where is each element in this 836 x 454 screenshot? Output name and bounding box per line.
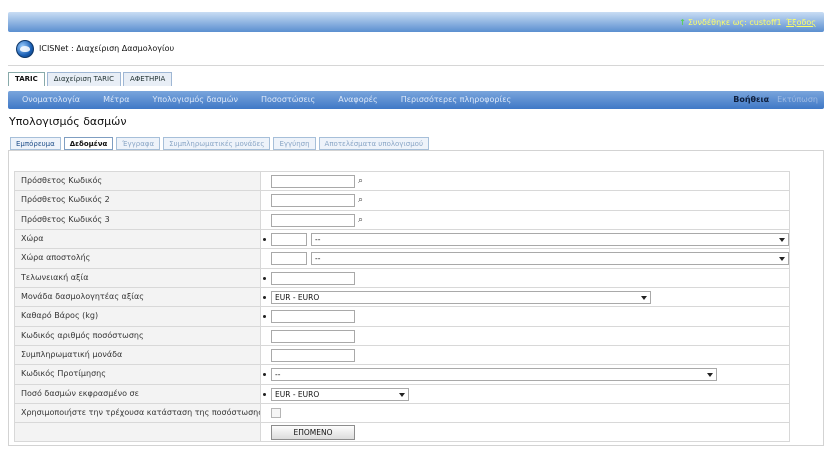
form-row: Χώρα -- — [14, 229, 790, 249]
user-icon: ↑ — [679, 18, 686, 27]
user-status: ↑ Συνδέθηκε ως: custoff1 Έξοδος — [679, 18, 816, 27]
additional-code-3-label: Πρόσθετος Κωδικός 3 — [15, 210, 261, 230]
required-marker — [263, 315, 266, 319]
binoculars-icon[interactable]: ⌕ — [358, 176, 369, 186]
country-select[interactable]: -- — [311, 233, 789, 247]
tab-calculation-results[interactable]: Αποτελέσματα υπολογισμού — [318, 137, 430, 150]
additional-code-input[interactable] — [271, 175, 355, 188]
required-marker — [263, 238, 266, 242]
chevron-down-icon — [707, 373, 713, 378]
app-header: ICISNet : Διαχείριση Δασμολογίου — [8, 32, 824, 66]
duty-amount-currency-select-value: EUR - EURO — [275, 389, 320, 399]
tab-taric-management[interactable]: Διαχείριση TARIC — [46, 72, 121, 86]
nav-nomenclature[interactable]: Ονοματολογία — [22, 95, 80, 104]
tab-data[interactable]: Δεδομένα — [63, 137, 114, 150]
top-header-bar: ↑ Συνδέθηκε ως: custoff1 Έξοδος — [8, 12, 824, 32]
dispatch-country-code-input[interactable] — [271, 252, 307, 266]
additional-code-3-input[interactable] — [271, 213, 355, 227]
supplementary-unit-input[interactable] — [271, 349, 355, 363]
dispatch-country-label: Χώρα αποστολής — [15, 249, 261, 268]
tab-taric[interactable]: TARIC — [8, 72, 45, 86]
preference-code-select-value: -- — [275, 370, 281, 380]
form-row: Χώρα αποστολής -- — [14, 248, 790, 268]
binoculars-icon[interactable]: ⌕ — [358, 195, 369, 205]
nav-quotas[interactable]: Ποσοστώσεις — [261, 95, 315, 104]
dispatch-country-select[interactable]: -- — [311, 252, 789, 266]
tab-documents[interactable]: Έγγραφα — [116, 137, 161, 150]
form-row: Χρησιμοποιήστε την τρέχουσα κατάσταση τη… — [14, 403, 790, 423]
globe-logo-icon — [16, 40, 34, 58]
nav-duty-calculation[interactable]: Υπολογισμός δασμών — [152, 95, 237, 104]
supplementary-unit-label: Συμπληρωματική μονάδα — [15, 346, 261, 365]
quota-order-number-label: Κωδικός αριθμός ποσόστωσης — [15, 326, 261, 346]
country-code-input[interactable] — [271, 233, 307, 247]
use-quota-status-label: Χρησιμοποιήστε την τρέχουσα κατάσταση τη… — [15, 404, 261, 423]
net-weight-label: Καθαρό Βάρος (kg) — [15, 307, 261, 326]
form-row: Ποσό δασμών εκφρασμένο σε EUR - EURO — [14, 383, 790, 404]
app-title: ICISNet : Διαχείριση Δασμολογίου — [39, 44, 175, 53]
form-row: Πρόσθετος Κωδικός ⌕ — [14, 171, 790, 191]
form-row: Καθαρό Βάρος (kg) — [14, 306, 790, 326]
page-title: Υπολογισμός δασμών — [9, 115, 127, 128]
required-marker — [263, 373, 266, 377]
currency-unit-select[interactable]: EUR - EURO — [271, 291, 651, 305]
tab-afetiria[interactable]: ΑΦΕΤΗΡΙΑ — [123, 72, 173, 86]
form-row: Μονάδα δασμολογητέας αξίας EUR - EURO — [14, 287, 790, 307]
print-link[interactable]: Εκτύπωση — [777, 95, 818, 104]
nav-more-info[interactable]: Περισσότερες πληροφορίες — [401, 95, 512, 104]
form-row: Κωδικός Προτίμησης -- — [14, 364, 790, 384]
form-row: Πρόσθετος Κωδικός 3 ⌕ — [14, 209, 790, 230]
form-row: Πρόσθετος Κωδικός 2 ⌕ — [14, 190, 790, 210]
quota-order-number-input[interactable] — [271, 329, 355, 343]
tab-commodity[interactable]: Εμπόρευμα — [10, 137, 61, 150]
customs-value-label: Τελωνειακή αξία — [15, 268, 261, 288]
form-row: Συμπληρωματική μονάδα — [14, 345, 790, 365]
binoculars-icon[interactable]: ⌕ — [358, 215, 369, 225]
tab-supplementary-units[interactable]: Συμπληρωματικές μονάδες — [163, 137, 271, 150]
nav-reports[interactable]: Αναφορές — [338, 95, 377, 104]
dispatch-country-select-value: -- — [315, 254, 321, 264]
form-row: ΕΠΟΜΕΝΟ — [14, 422, 790, 442]
required-marker — [263, 392, 266, 396]
form-row: Τελωνειακή αξία — [14, 267, 790, 288]
preference-code-label: Κωδικός Προτίμησης — [15, 365, 261, 384]
currency-unit-label: Μονάδα δασμολογητέας αξίας — [15, 288, 261, 307]
duty-amount-currency-select[interactable]: EUR - EURO — [271, 387, 409, 401]
use-quota-status-checkbox[interactable] — [271, 408, 281, 419]
help-link[interactable]: Βοήθεια — [733, 95, 769, 104]
duty-calculation-form: Πρόσθετος Κωδικός ⌕ Πρόσθετος Κωδικός 2 … — [14, 171, 790, 442]
required-marker — [263, 276, 266, 280]
additional-code-label: Πρόσθετος Κωδικός — [15, 172, 261, 191]
chevron-down-icon — [399, 392, 405, 397]
customs-value-input[interactable] — [271, 271, 355, 285]
country-select-value: -- — [315, 235, 321, 245]
content-tabs: Εμπόρευμα Δεδομένα Έγγραφα Συμπληρωματικ… — [10, 137, 430, 150]
chevron-down-icon — [641, 296, 647, 301]
tab-guarantee[interactable]: Εγγύηση — [273, 137, 316, 150]
additional-code-2-input[interactable] — [271, 194, 355, 208]
main-nav: Ονοματολογία Μέτρα Υπολογισμός δασμών Πο… — [8, 91, 824, 109]
form-row: Κωδικός αριθμός ποσόστωσης — [14, 325, 790, 346]
additional-code-2-label: Πρόσθετος Κωδικός 2 — [15, 191, 261, 210]
chevron-down-icon — [779, 257, 785, 262]
logout-link[interactable]: Έξοδος — [786, 18, 816, 27]
preference-code-select[interactable]: -- — [271, 368, 717, 382]
logged-in-user: Συνδέθηκε ως: custoff1 — [687, 18, 782, 27]
required-marker — [263, 296, 266, 300]
country-label: Χώρα — [15, 230, 261, 249]
chevron-down-icon — [779, 238, 785, 243]
net-weight-input[interactable] — [271, 310, 355, 324]
top-tabs: TARIC Διαχείριση TARIC ΑΦΕΤΗΡΙΑ — [8, 72, 173, 86]
empty-label-cell — [15, 423, 261, 441]
currency-unit-select-value: EUR - EURO — [275, 293, 320, 303]
duty-amount-currency-label: Ποσό δασμών εκφρασμένο σε — [15, 384, 261, 404]
next-button[interactable]: ΕΠΟΜΕΝΟ — [271, 425, 355, 441]
nav-measures[interactable]: Μέτρα — [103, 95, 129, 104]
